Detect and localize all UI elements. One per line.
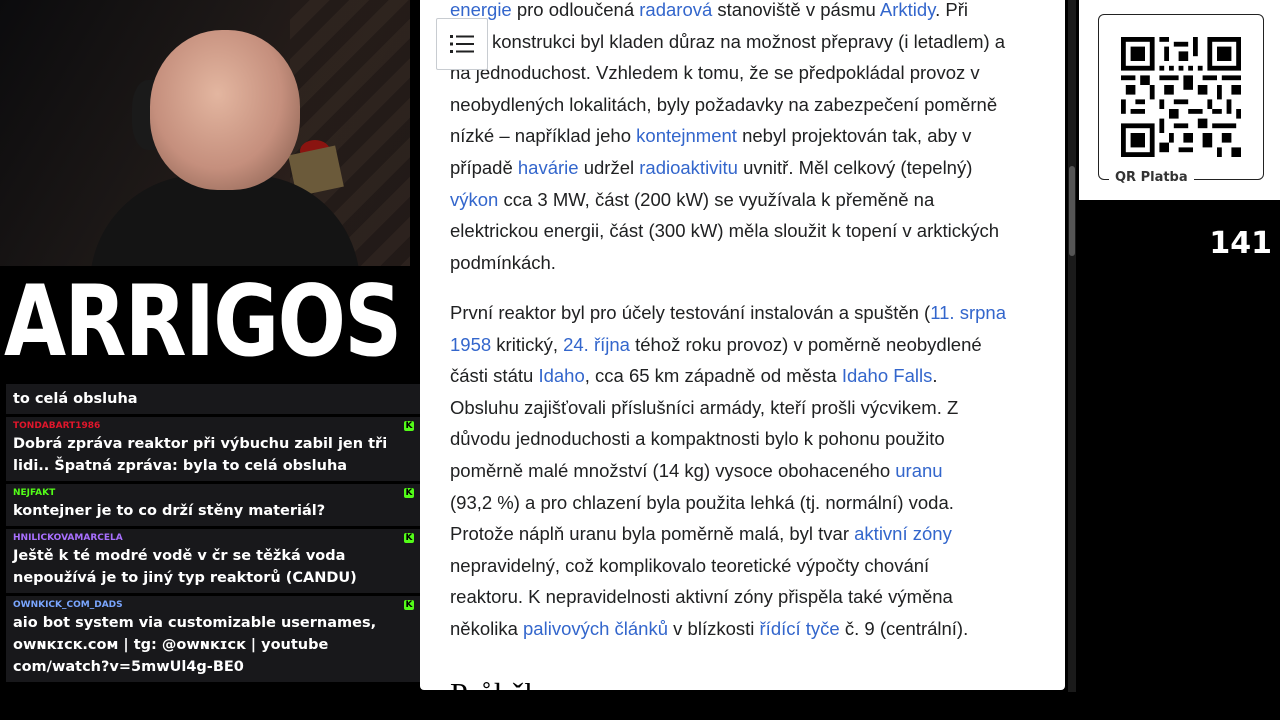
chat-message-text: aio bot system via customizable username… [13,615,377,675]
chat-username[interactable]: TONDABART1986 [13,420,413,433]
channel-logo: ARRIGOS [4,265,402,379]
text-line: (93,2 %) a pro chlazení byla použita leh… [450,491,954,513]
link-24-rijna[interactable]: 24. října [563,334,630,355]
link-arktidy[interactable]: Arktidy [880,0,935,20]
chat-panel: to celá obsluha TONDABART1986 K Dobrá zp… [6,384,420,720]
paragraph-1: energie pro odloučená radarová stanovišt… [450,0,1040,278]
section-heading: Průběh [450,676,541,690]
text-line: elektrickou energii, část (300 kW) měla … [450,220,1000,242]
link-idaho[interactable]: Idaho [538,365,584,386]
kick-badge-icon: K [404,421,414,431]
text-line: neobydlených lokalitách, byly požadavky … [450,93,998,115]
link-11-srpna[interactable]: 11. srpna [930,302,1006,323]
list-icon [450,35,474,53]
text-line: Obsluhu zajišťovali příslušníci armády, … [450,396,959,418]
chat-message-text: to celá obsluha [13,391,138,407]
streamer-head [150,30,300,190]
chat-username[interactable]: NEJFAKT [13,487,413,500]
text-line: důvodu jednoduchosti a kompaktnosti bylo… [450,428,945,450]
webcam-feed [0,0,410,266]
paragraph-2: První reaktor byl pro účely testování in… [450,297,1040,645]
kick-badge-icon: K [404,600,414,610]
qr-code-icon [1121,37,1241,157]
text-line: reaktoru. K nepravidelnosti aktivní zóny… [450,586,953,608]
link-kontejnment[interactable]: kontejnment [636,125,737,146]
link-aktivni-zony[interactable]: aktivní zóny [854,523,952,544]
wikipedia-article: energie pro odloučená radarová stanovišt… [420,0,1065,690]
link-uranu[interactable]: uranu [895,460,942,481]
chat-message: NEJFAKT K kontejner je to co drží stěny … [6,484,420,526]
link-energie[interactable]: energie [450,0,512,20]
text-line: nepravidelný, což komplikovalo teoretick… [450,554,930,576]
link-havarie[interactable]: havárie [518,157,579,178]
chat-username[interactable]: HNILICKOVAMARCELA [13,532,413,545]
link-radioaktivitu[interactable]: radioaktivitu [639,157,738,178]
text-line: na jednoduchost. Vzhledem k tomu, že se … [450,62,980,84]
scrollbar-thumb[interactable] [1069,166,1075,256]
chat-message-text: Ještě k té modré vodě v čr se těžká voda… [13,548,357,586]
text-line: podmínkách. [450,251,556,273]
qr-label: QR Platba [1109,170,1194,185]
link-ridici-tyce[interactable]: řídící tyče [760,618,840,639]
chat-message: TONDABART1986 K Dobrá zpráva reaktor při… [6,417,420,481]
link-idaho-falls[interactable]: Idaho Falls [842,365,933,386]
link-radarova[interactable]: radarová [639,0,712,20]
link-vykon[interactable]: výkon [450,189,498,210]
viewer-count: 141 [1209,226,1272,261]
scrollbar[interactable] [1068,0,1076,692]
chat-username[interactable]: OWNKICK_COM_DADS [13,599,413,612]
chat-message-text: kontejner je to co drží stěny materiál? [13,503,326,519]
kick-badge-icon: K [404,488,414,498]
qr-payment-panel: QR Platba [1079,0,1280,200]
link-1958[interactable]: 1958 [450,334,491,355]
chat-message: HNILICKOVAMARCELA K Ještě k té modré vod… [6,529,420,593]
chat-message-text: Dobrá zpráva reaktor při výbuchu zabil j… [13,436,388,474]
chat-message: to celá obsluha [6,384,420,414]
table-of-contents-button[interactable] [436,18,488,70]
kick-badge-icon: K [404,533,414,543]
link-palivovych-clanku[interactable]: palivových článků [523,618,668,639]
text-line: konstrukci byl kladen důraz na možnost p… [492,30,1006,52]
chat-message: OWNKICK_COM_DADS K aio bot system via cu… [6,596,420,682]
qr-frame [1098,14,1264,180]
